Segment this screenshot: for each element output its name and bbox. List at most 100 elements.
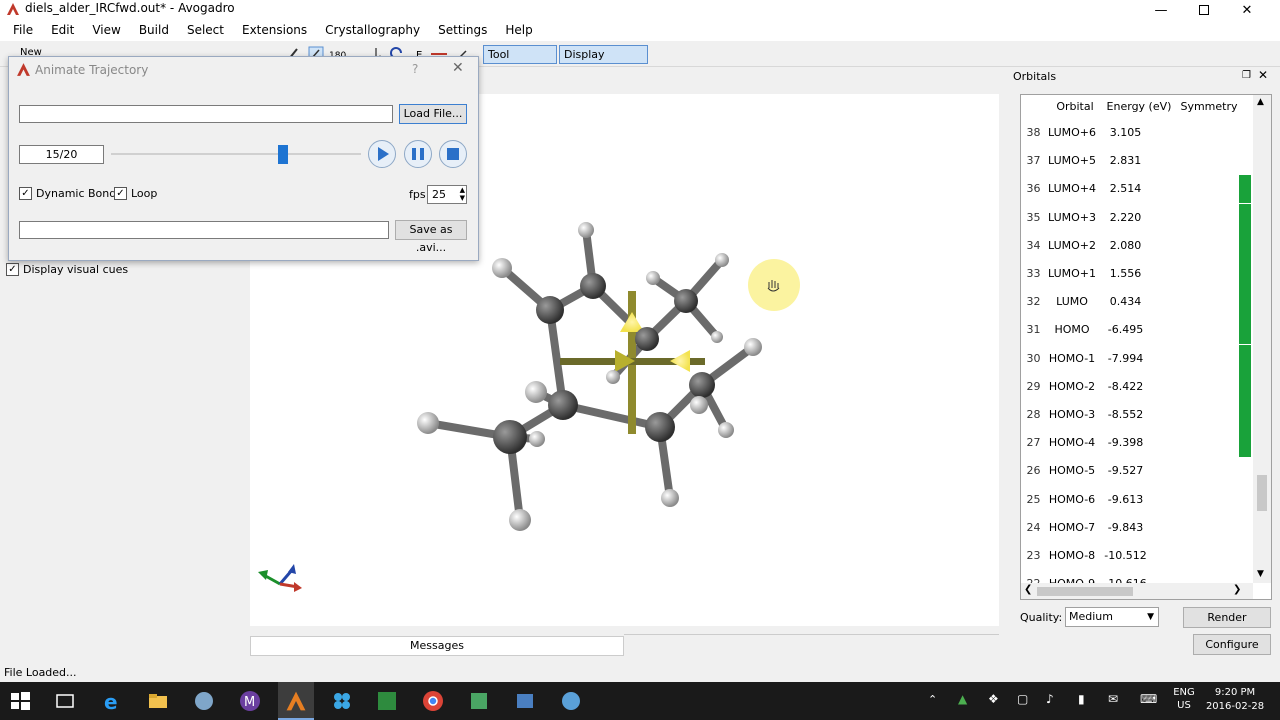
orbital-symmetry bbox=[1153, 429, 1251, 458]
minimize-button[interactable]: — bbox=[1141, 0, 1181, 20]
app-icon-3[interactable] bbox=[376, 690, 398, 712]
dynamic-bonds-row[interactable]: ✓ Dynamic Bonds bbox=[19, 187, 122, 200]
loop-label: Loop bbox=[131, 187, 158, 200]
scroll-up-icon[interactable]: ▲ bbox=[1257, 97, 1264, 107]
cursor-highlight bbox=[748, 259, 800, 311]
volume-icon[interactable]: ♪ bbox=[1046, 692, 1054, 706]
header-orbital[interactable]: Orbital bbox=[1046, 95, 1104, 119]
horizontal-scroll-thumb[interactable] bbox=[1037, 587, 1133, 596]
spin-arrows-icon[interactable]: ▲ ▼ bbox=[460, 186, 465, 202]
network-icon[interactable]: ▢ bbox=[1017, 692, 1028, 706]
app-icon-4[interactable] bbox=[468, 690, 490, 712]
scroll-left-icon[interactable]: ❮ bbox=[1024, 584, 1032, 595]
app-icon-5[interactable] bbox=[514, 690, 536, 712]
orbital-row[interactable]: 34 LUMO+2 2.080 bbox=[1021, 231, 1251, 260]
display-visual-cues-row[interactable]: ✓ Display visual cues bbox=[6, 263, 128, 276]
orbital-row[interactable]: 27 HOMO-4 -9.398 bbox=[1021, 429, 1251, 458]
display-settings-button[interactable]: Display Settings... bbox=[559, 45, 648, 78]
scroll-right-icon[interactable]: ❯ bbox=[1233, 584, 1241, 595]
dialog-help-button[interactable]: ? bbox=[412, 62, 418, 76]
notifications-icon[interactable]: ✉ bbox=[1108, 692, 1118, 706]
orbital-row[interactable]: 32 LUMO 0.434 bbox=[1021, 288, 1251, 317]
quality-select[interactable]: Medium ▼ bbox=[1065, 607, 1159, 627]
loop-row[interactable]: ✓ Loop bbox=[114, 187, 157, 200]
orbital-row[interactable]: 33 LUMO+1 1.556 bbox=[1021, 260, 1251, 288]
orbital-row[interactable]: 24 HOMO-7 -9.843 bbox=[1021, 514, 1251, 542]
tool-settings-button[interactable]: Tool Settings... bbox=[483, 45, 557, 78]
scroll-down-icon[interactable]: ▼ bbox=[1257, 569, 1264, 579]
orbital-row[interactable]: 25 HOMO-6 -9.613 bbox=[1021, 486, 1251, 514]
stop-button[interactable] bbox=[439, 140, 467, 168]
frame-slider-track[interactable] bbox=[111, 153, 361, 155]
language-indicator[interactable]: ENG US bbox=[1168, 686, 1200, 712]
frame-slider-thumb[interactable] bbox=[278, 145, 289, 164]
horizontal-scrollbar[interactable]: ❮ ❯ bbox=[1021, 583, 1253, 599]
orbital-row[interactable]: 23 HOMO-8 -10.512 bbox=[1021, 542, 1251, 570]
orbital-energy: -9.398 bbox=[1107, 436, 1144, 450]
file-explorer-icon[interactable] bbox=[147, 690, 169, 712]
orbital-row[interactable]: 35 LUMO+3 2.220 bbox=[1021, 203, 1251, 232]
orbital-row[interactable]: 29 HOMO-2 -8.422 bbox=[1021, 372, 1251, 401]
render-button[interactable]: Render bbox=[1183, 607, 1271, 628]
dynamic-bonds-checkbox[interactable]: ✓ bbox=[19, 187, 32, 200]
orbital-row[interactable]: 38 LUMO+6 3.105 bbox=[1021, 119, 1251, 147]
menu-help[interactable]: Help bbox=[496, 20, 541, 41]
menu-edit[interactable]: Edit bbox=[42, 20, 83, 41]
app-icon-2[interactable] bbox=[331, 690, 353, 712]
orbital-row[interactable]: 36 LUMO+4 2.514 bbox=[1021, 175, 1251, 204]
loop-checkbox[interactable]: ✓ bbox=[114, 187, 127, 200]
chrome-icon[interactable] bbox=[422, 690, 444, 712]
orbital-energy: 2.831 bbox=[1109, 154, 1142, 168]
vertical-scrollbar[interactable]: ▲ ▼ bbox=[1253, 95, 1271, 583]
fps-spinbox[interactable]: 25 ▲ ▼ bbox=[427, 185, 467, 204]
maximize-button[interactable] bbox=[1184, 0, 1224, 20]
windows-start-icon[interactable] bbox=[9, 690, 31, 712]
dialog-close-icon[interactable]: ✕ bbox=[452, 60, 464, 76]
chevron-down-icon: ▼ bbox=[1147, 612, 1154, 622]
edge-icon[interactable]: e bbox=[101, 690, 123, 712]
app-icon-6[interactable] bbox=[560, 690, 582, 712]
orbital-index: 38 bbox=[1026, 126, 1041, 139]
orbital-index: 23 bbox=[1026, 549, 1041, 562]
menu-file[interactable]: File bbox=[4, 20, 42, 41]
orbital-row[interactable]: 28 HOMO-3 -8.552 bbox=[1021, 401, 1251, 429]
tray-icon-1[interactable]: ▲ bbox=[958, 692, 967, 706]
orbital-row[interactable]: 31 HOMO -6.495 bbox=[1021, 316, 1251, 345]
task-view-icon[interactable] bbox=[54, 690, 76, 712]
menu-view[interactable]: View bbox=[83, 20, 129, 41]
pause-button[interactable] bbox=[404, 140, 432, 168]
close-window-button[interactable]: ✕ bbox=[1227, 0, 1267, 20]
float-panel-icon[interactable]: ❐ bbox=[1242, 70, 1251, 81]
tray-expand-icon[interactable]: ⌃ bbox=[928, 693, 937, 706]
save-avi-button[interactable]: Save as .avi... bbox=[395, 220, 467, 254]
clock[interactable]: 9:20 PM 2016-02-28 bbox=[1205, 686, 1265, 714]
orbital-row[interactable]: 30 HOMO-1 -7.994 bbox=[1021, 344, 1251, 373]
orbital-row[interactable]: 37 LUMO+5 2.831 bbox=[1021, 147, 1251, 175]
avogadro-taskbar-button[interactable] bbox=[278, 682, 314, 720]
menu-select[interactable]: Select bbox=[178, 20, 233, 41]
configure-button[interactable]: Configure bbox=[1193, 634, 1271, 655]
app-icon-m[interactable]: M bbox=[239, 690, 261, 712]
menu-build[interactable]: Build bbox=[130, 20, 178, 41]
menu-extensions[interactable]: Extensions bbox=[233, 20, 316, 41]
menu-crystallography[interactable]: Crystallography bbox=[316, 20, 429, 41]
orbital-energy: 2.514 bbox=[1109, 182, 1142, 196]
play-button[interactable] bbox=[368, 140, 396, 168]
close-panel-icon[interactable]: ✕ bbox=[1258, 68, 1268, 82]
dropbox-icon[interactable]: ❖ bbox=[988, 692, 999, 706]
orbitals-table[interactable]: Orbital Energy (eV) Symmetry 38 LUMO+6 3.1… bbox=[1020, 94, 1272, 600]
header-symmetry[interactable]: Symmetry bbox=[1174, 95, 1244, 119]
orbital-index: 36 bbox=[1026, 182, 1041, 196]
display-visual-cues-checkbox[interactable]: ✓ bbox=[6, 263, 19, 276]
load-file-button[interactable]: Load File... bbox=[399, 104, 467, 124]
app-icon-1[interactable] bbox=[193, 690, 215, 712]
avi-output-input[interactable] bbox=[19, 221, 389, 239]
header-energy[interactable]: Energy (eV) bbox=[1104, 95, 1174, 119]
battery-icon[interactable]: ▮ bbox=[1078, 692, 1085, 706]
messages-tab[interactable]: Messages bbox=[250, 636, 624, 656]
keyboard-icon[interactable]: ⌨ bbox=[1140, 692, 1157, 706]
menu-settings[interactable]: Settings bbox=[429, 20, 496, 41]
orbital-row[interactable]: 26 HOMO-5 -9.527 bbox=[1021, 457, 1251, 485]
vertical-scroll-thumb[interactable] bbox=[1257, 475, 1267, 511]
trajectory-file-input[interactable] bbox=[19, 105, 393, 123]
